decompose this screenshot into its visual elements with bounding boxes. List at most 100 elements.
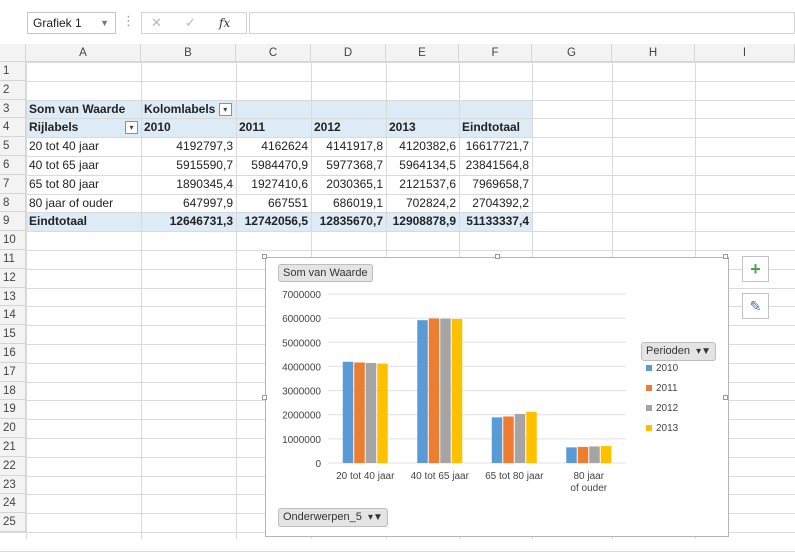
row-header-5[interactable]: 5 bbox=[0, 137, 26, 156]
pivot-year-header[interactable]: 2011 bbox=[236, 118, 311, 137]
pivot-value[interactable]: 1927410,6 bbox=[236, 175, 311, 194]
name-box[interactable]: Grafiek 1 ▼ bbox=[27, 12, 116, 34]
pivot-value[interactable]: 2704392,2 bbox=[459, 194, 532, 213]
pivot-value[interactable]: 1890345,4 bbox=[141, 175, 236, 194]
row-header-17[interactable]: 17 bbox=[0, 362, 26, 382]
pivot-grand-total-header[interactable]: Eindtotaal bbox=[459, 118, 532, 137]
pivot-value[interactable]: 16617721,7 bbox=[459, 137, 532, 156]
pivot-value[interactable]: 5977368,7 bbox=[311, 156, 386, 175]
column-header-d[interactable]: D bbox=[311, 44, 386, 62]
row-header-14[interactable]: 14 bbox=[0, 306, 26, 326]
row-header-16[interactable]: 16 bbox=[0, 344, 26, 363]
pivot-value[interactable]: 4141917,8 bbox=[311, 137, 386, 156]
bar-2012-1 bbox=[440, 318, 451, 463]
row-header-8[interactable]: 8 bbox=[0, 193, 26, 213]
x-category-label: 80 jaar of ouder bbox=[570, 471, 607, 494]
select-all-corner[interactable] bbox=[0, 44, 26, 62]
insert-function-icon[interactable]: fx bbox=[219, 16, 230, 30]
column-header-b[interactable]: B bbox=[141, 44, 236, 62]
pivot-value[interactable]: 7969658,7 bbox=[459, 175, 532, 194]
chart-styles-button[interactable]: ✎ bbox=[742, 293, 769, 319]
y-tick-label: 5000000 bbox=[282, 338, 321, 349]
row-header-2[interactable]: 2 bbox=[0, 80, 26, 100]
row-header-9[interactable]: 9 bbox=[0, 212, 26, 232]
pivot-row-label[interactable]: 40 tot 65 jaar bbox=[26, 156, 141, 175]
pivot-row-labels[interactable]: Rijlabels ▾ bbox=[26, 118, 141, 137]
bar-2010-1 bbox=[417, 320, 428, 463]
pivot-value[interactable]: 4162624 bbox=[236, 137, 311, 156]
pivot-value[interactable]: 5984470,9 bbox=[236, 156, 311, 175]
filter-icon[interactable]: ▾ bbox=[218, 102, 232, 116]
pivot-year-header[interactable]: 2013 bbox=[386, 118, 459, 137]
row-header-22[interactable]: 22 bbox=[0, 456, 26, 476]
pivot-value[interactable]: 5964134,5 bbox=[386, 156, 459, 175]
row-header-4[interactable]: 4 bbox=[0, 118, 26, 138]
column-header-f[interactable]: F bbox=[459, 44, 532, 62]
pivot-row-label[interactable]: 65 tot 80 jaar bbox=[26, 175, 141, 194]
pivot-values-header[interactable]: Som van Waarde bbox=[26, 100, 141, 119]
pivot-row-label[interactable]: 80 jaar of ouder bbox=[26, 194, 141, 213]
pivot-total-value[interactable]: 12908878,9 bbox=[386, 212, 459, 231]
chart-elements-button[interactable]: + bbox=[742, 256, 769, 282]
pivot-total-label[interactable]: Eindtotaal bbox=[26, 212, 141, 231]
pivot-value[interactable]: 2121537,6 bbox=[386, 175, 459, 194]
column-header-h[interactable]: H bbox=[612, 44, 695, 62]
pivot-total-value[interactable]: 51133337,4 bbox=[459, 212, 532, 231]
cancel-icon[interactable]: ✕ bbox=[151, 15, 162, 31]
row-header-11[interactable]: 11 bbox=[0, 250, 26, 269]
pivot-column-labels[interactable]: Kolomlabels ▾ bbox=[141, 100, 236, 119]
column-header-i[interactable]: I bbox=[695, 44, 795, 62]
pivot-value[interactable]: 23841564,8 bbox=[459, 156, 532, 175]
chevron-down-icon[interactable]: ▼ bbox=[100, 15, 109, 31]
pivot-total-value[interactable]: 12646731,3 bbox=[141, 212, 236, 231]
row-header-20[interactable]: 20 bbox=[0, 419, 26, 438]
legend-swatch-2010 bbox=[646, 365, 652, 371]
pivot-value[interactable]: 4192797,3 bbox=[141, 137, 236, 156]
row-header-21[interactable]: 21 bbox=[0, 438, 26, 457]
row-header-25[interactable]: 25 bbox=[0, 513, 26, 532]
y-tick-label: 3000000 bbox=[282, 387, 321, 398]
check-icon[interactable]: ✓ bbox=[185, 15, 196, 31]
bar-2013-3 bbox=[600, 446, 612, 463]
pivot-year-header[interactable]: 2012 bbox=[311, 118, 386, 137]
row-header-1[interactable]: 1 bbox=[0, 62, 26, 81]
row-header-24[interactable]: 24 bbox=[0, 494, 26, 514]
row-header-18[interactable]: 18 bbox=[0, 381, 26, 401]
column-header-e[interactable]: E bbox=[386, 44, 459, 62]
row-header-23[interactable]: 23 bbox=[0, 475, 26, 495]
column-header-c[interactable]: C bbox=[236, 44, 311, 62]
pivot-value[interactable]: 686019,1 bbox=[311, 194, 386, 213]
row-header-12[interactable]: 12 bbox=[0, 268, 26, 288]
pivot-value[interactable]: 702824,2 bbox=[386, 194, 459, 213]
bar-2010-0 bbox=[342, 361, 354, 463]
pivot-value[interactable]: 5915590,7 bbox=[141, 156, 236, 175]
axis-field-button[interactable]: Onderwerpen_5 ▾▼ bbox=[278, 508, 388, 527]
row-header-7[interactable]: 7 bbox=[0, 174, 26, 194]
row-header-3[interactable]: 3 bbox=[0, 99, 26, 119]
pivot-row-label[interactable]: 20 tot 40 jaar bbox=[26, 137, 141, 156]
pivot-value[interactable]: 667551 bbox=[236, 194, 311, 213]
row-header-15[interactable]: 15 bbox=[0, 325, 26, 344]
legend-field-button[interactable]: Perioden ▾▼ bbox=[641, 342, 717, 361]
column-header-a[interactable]: A bbox=[26, 44, 141, 62]
pivot-value[interactable]: 4120382,6 bbox=[386, 137, 459, 156]
filter-icon[interactable]: ▾ bbox=[125, 121, 138, 135]
pivot-value[interactable]: 647997,9 bbox=[141, 194, 236, 213]
row-header-13[interactable]: 13 bbox=[0, 287, 26, 307]
row-header-10[interactable]: 10 bbox=[0, 231, 26, 250]
more-dots-icon: ⋮ bbox=[122, 13, 135, 28]
row-gridline bbox=[0, 231, 795, 233]
pivot-value[interactable]: 2030365,1 bbox=[311, 175, 386, 194]
row-header-6[interactable]: 6 bbox=[0, 156, 26, 175]
row-gridline bbox=[0, 62, 795, 63]
formula-input[interactable] bbox=[249, 12, 795, 34]
y-tick-label: 4000000 bbox=[282, 362, 321, 373]
legend-swatch-2011 bbox=[646, 385, 652, 391]
pivot-chart[interactable]: Som van Waarde 0 1000000 2000000 3000000 400… bbox=[262, 254, 729, 537]
row-header-19[interactable]: 19 bbox=[0, 400, 26, 420]
pivot-total-value[interactable]: 12835670,7 bbox=[311, 212, 386, 231]
bar-2012-0 bbox=[365, 363, 377, 463]
pivot-total-value[interactable]: 12742056,5 bbox=[236, 212, 311, 231]
column-header-g[interactable]: G bbox=[532, 44, 612, 62]
pivot-year-header[interactable]: 2010 bbox=[141, 118, 236, 137]
